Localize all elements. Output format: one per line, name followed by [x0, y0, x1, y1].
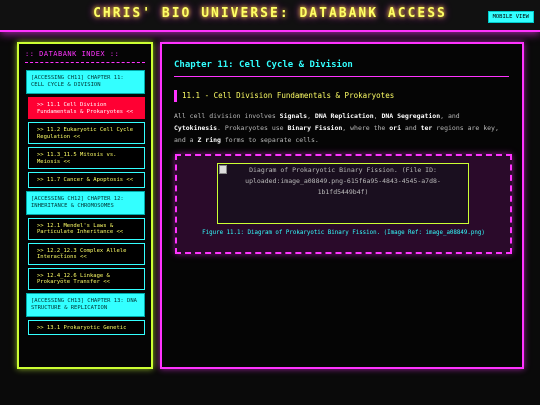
content-panel: Chapter 11: Cell Cycle & Division 11.1 -…	[160, 42, 524, 369]
body-text-run: ,	[307, 112, 315, 120]
sidebar: :: DATABANK INDEX :: [ACCESSING CH11] CH…	[17, 42, 153, 369]
chapter-list: [ACCESSING CH11] CHAPTER 11: CELL CYCLE …	[26, 70, 145, 338]
chapter-title: Chapter 11: Cell Cycle & Division	[174, 60, 353, 70]
mobile-view-button[interactable]: MOBILE VIEW	[487, 11, 534, 23]
body-text-run: , where the	[342, 124, 390, 132]
body-text-run: forms to separate cells.	[220, 136, 319, 144]
sidebar-item[interactable]: >> 13.1 Prokaryotic Genetic	[28, 319, 145, 335]
key-term: Cytokinesis	[174, 124, 218, 132]
key-term: ori	[389, 124, 402, 132]
chapter-divider	[174, 76, 509, 77]
sidebar-item[interactable]: >> 11.2 Eukaryotic Cell Cycle Regulation…	[28, 122, 145, 144]
broken-image-icon	[219, 165, 227, 174]
sidebar-chapter[interactable]: [ACCESSING CH11] CHAPTER 11: CELL CYCLE …	[26, 70, 145, 94]
top-bar: CHRIS' BIO UNIVERSE: DATABANK ACCESS MOB…	[0, 0, 540, 32]
figure-box: Diagram of Prokaryotic Binary Fission. (…	[175, 154, 512, 254]
body-text-run: and	[401, 124, 421, 132]
sidebar-item[interactable]: >> 12.1 Mendel's Laws & Particulate Inhe…	[28, 217, 145, 240]
site-title: CHRIS' BIO UNIVERSE: DATABANK ACCESS	[93, 6, 447, 21]
figure-caption: Figure 11.1: Diagram of Prokaryotic Bina…	[202, 230, 485, 236]
key-term: DNA Replication	[314, 112, 374, 120]
sidebar-chapter[interactable]: [ACCESSING CH12] CHAPTER 12: INHERITANCE…	[26, 190, 145, 215]
sidebar-item[interactable]: >> 11.7 Cancer & Apoptosis <<	[28, 172, 145, 188]
figure-image-alt: Diagram of Prokaryotic Binary Fission. (…	[245, 166, 441, 196]
sidebar-item-active[interactable]: >> 11.1 Cell Division Fundamentals & Pro…	[28, 97, 145, 119]
key-term: Signals	[279, 112, 308, 120]
sidebar-item[interactable]: >> 12.2_12.3 Complex Allele Interactions…	[28, 242, 145, 265]
sidebar-item[interactable]: >> 12.4_12.6 Linkage & Prokaryote Transf…	[28, 267, 145, 290]
sidebar-title: :: DATABANK INDEX ::	[25, 50, 120, 58]
sidebar-chapter[interactable]: [ACCESSING CH13] CHAPTER 13: DNA STRUCTU…	[26, 292, 145, 317]
figure-image: Diagram of Prokaryotic Binary Fission. (…	[217, 163, 469, 224]
key-term: ter	[420, 124, 433, 132]
body-text-run: All cell division involves	[174, 112, 280, 120]
section-heading: 11.1 - Cell Division Fundamentals & Prok…	[174, 90, 394, 102]
sidebar-item[interactable]: >> 11.3_11.5 Mitosis vs. Meiosis <<	[28, 147, 145, 169]
key-term: Binary Fission	[287, 124, 343, 132]
sidebar-title-divider	[25, 62, 145, 63]
key-term: DNA Segregation	[381, 112, 441, 120]
body-text-run: , and	[440, 112, 460, 120]
section-body: All cell division involves Signals, DNA …	[174, 110, 504, 146]
body-text-run: . Prokaryotes use	[217, 124, 288, 132]
key-term: Z ring	[197, 136, 221, 144]
